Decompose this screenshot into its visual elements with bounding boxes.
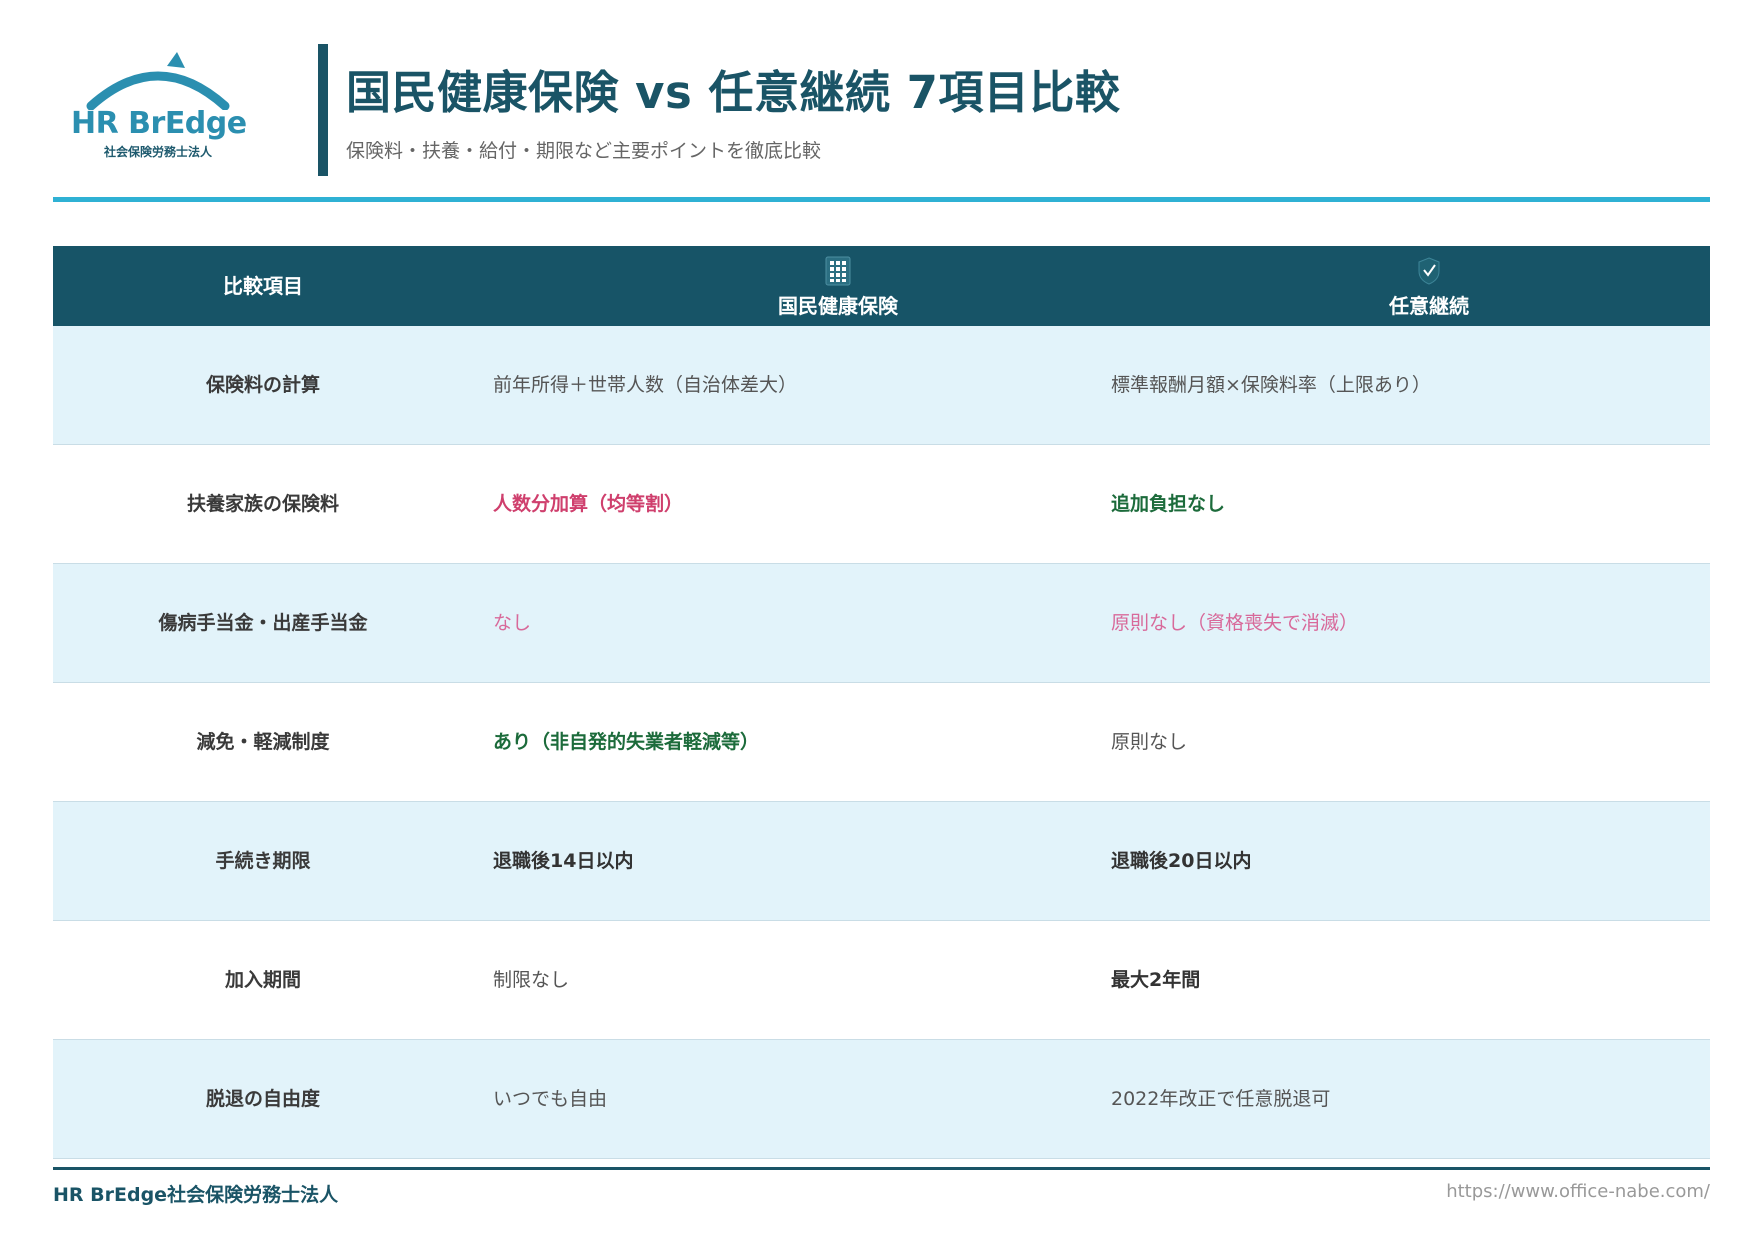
- page-header: HR BrEdge 社会保険労務士法人 国民健康保険 vs 任意継続 7項目比較…: [53, 40, 1710, 180]
- kokuho-value: 退職後14日以内: [493, 850, 634, 872]
- company-logo: HR BrEdge 社会保険労務士法人: [71, 48, 261, 159]
- footer-company-name: HR BrEdge社会保険労務士法人: [53, 1184, 339, 1206]
- header-divider: [53, 197, 1710, 202]
- table-row: 加入期間 制限なし 最大2年間: [53, 921, 1710, 1040]
- header-item: 比較項目: [223, 274, 303, 298]
- header-nini: 任意継続: [1148, 246, 1710, 326]
- row-item-label: 扶養家族の保険料: [186, 493, 339, 515]
- row-item-label: 傷病手当金・出産手当金: [158, 612, 368, 634]
- table-row: 減免・軽減制度 あり（非自発的失業者軽減等） 原則なし: [53, 683, 1710, 802]
- kokuho-value: なし: [493, 612, 532, 634]
- row-item-label: 加入期間: [224, 969, 301, 991]
- header-nini-label: 任意継続: [1389, 294, 1469, 318]
- table-row: 傷病手当金・出産手当金 なし 原則なし（資格喪失で消滅）: [53, 564, 1710, 683]
- footer-url: https://www.office-nabe.com/: [1446, 1181, 1710, 1202]
- table-row: 保険料の計算 前年所得＋世帯人数（自治体差大） 標準報酬月額×保険料率（上限あり…: [53, 326, 1710, 445]
- title-accent-bar: [318, 44, 328, 176]
- logo-subtitle: 社会保険労務士法人: [103, 145, 212, 159]
- header-kokuho: 国民健康保険: [528, 246, 1148, 326]
- table-header-row: 比較項目 国民健康保険 任意継続: [53, 246, 1710, 326]
- footer-divider: [53, 1167, 1710, 1170]
- table-row: 脱退の自由度 いつでも自由 2022年改正で任意脱退可: [53, 1040, 1710, 1159]
- table-row: 手続き期限 退職後14日以内 退職後20日以内: [53, 802, 1710, 921]
- kokuho-value: 制限なし: [493, 969, 570, 991]
- row-item-label: 減免・軽減制度: [196, 731, 330, 753]
- row-item-label: 脱退の自由度: [205, 1088, 320, 1110]
- kokuho-value: いつでも自由: [493, 1088, 608, 1110]
- building-icon: [825, 256, 851, 286]
- shield-check-icon: [1418, 257, 1440, 285]
- logo-name: HR BrEdge: [71, 106, 247, 141]
- row-item-label: 手続き期限: [215, 850, 311, 872]
- kokuho-value: あり（非自発的失業者軽減等）: [493, 731, 760, 753]
- nini-value: 原則なし: [1111, 731, 1188, 753]
- comparison-table: 比較項目 国民健康保険 任意継続 保険料の計算 前年所得＋世帯人数（自治体差大）…: [53, 246, 1710, 1159]
- logo-bridge-arc-icon: [86, 52, 230, 110]
- nini-value: 追加負担なし: [1111, 493, 1226, 515]
- nini-value: 標準報酬月額×保険料率（上限あり）: [1111, 374, 1431, 396]
- page-title: 国民健康保険 vs 任意継続 7項目比較: [346, 66, 1121, 119]
- page-subtitle: 保険料・扶養・給付・期限など主要ポイントを徹底比較: [346, 140, 822, 162]
- header-kokuho-label: 国民健康保険: [778, 294, 898, 318]
- kokuho-value: 前年所得＋世帯人数（自治体差大）: [493, 374, 798, 396]
- nini-value: 2022年改正で任意脱退可: [1111, 1088, 1331, 1110]
- kokuho-value: 人数分加算（均等割）: [493, 493, 684, 515]
- table-row: 扶養家族の保険料 人数分加算（均等割） 追加負担なし: [53, 445, 1710, 564]
- nini-value: 退職後20日以内: [1111, 850, 1252, 872]
- nini-value: 原則なし（資格喪失で消滅）: [1111, 612, 1359, 634]
- nini-value: 最大2年間: [1111, 969, 1201, 991]
- row-item-label: 保険料の計算: [205, 374, 320, 396]
